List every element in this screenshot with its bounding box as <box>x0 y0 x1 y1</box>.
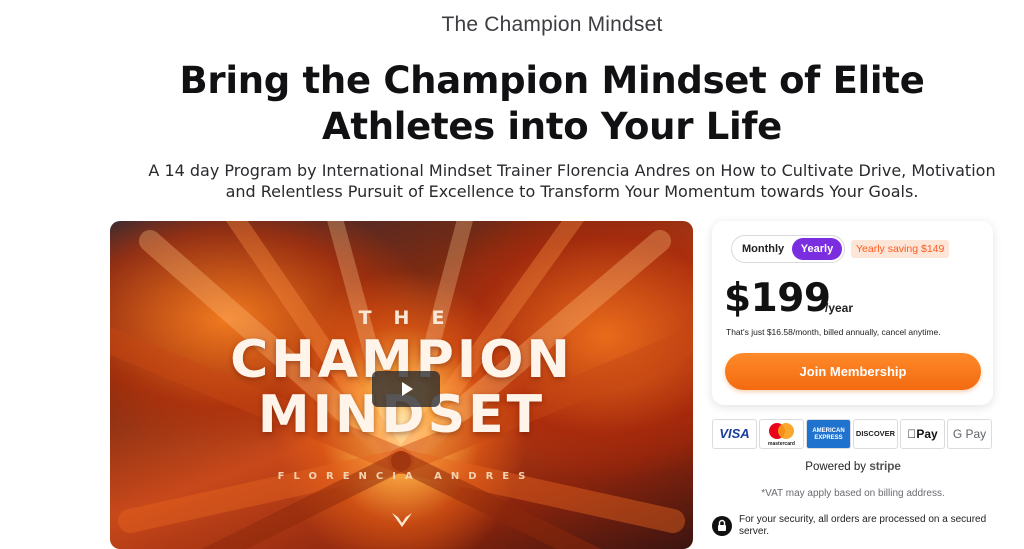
play-button[interactable] <box>372 371 440 407</box>
mastercard-icon: mastercard <box>759 419 804 449</box>
billing-note: That's just $16.58/month, billed annuall… <box>726 327 941 337</box>
billing-toggle[interactable]: Monthly Yearly <box>731 235 845 263</box>
apple-logo-icon:  <box>907 427 916 441</box>
visa-icon: VISA <box>712 419 757 449</box>
mastercard-label: mastercard <box>768 441 795 447</box>
price-period: /year <box>825 301 854 315</box>
headline: Bring the Champion Mindset of Elite Athl… <box>80 58 1024 150</box>
price: $199 <box>724 276 831 321</box>
subhead-line-1: A 14 day Program by International Mindse… <box>148 161 996 180</box>
vat-note: *VAT may apply based on billing address. <box>761 488 945 499</box>
video-title-the: THE <box>358 307 467 329</box>
amex-icon: AMERICAN EXPRESS <box>806 419 851 449</box>
video-author: FLORENCIA ANDRES <box>277 471 535 482</box>
lock-icon <box>712 516 732 536</box>
toggle-monthly[interactable]: Monthly <box>742 236 784 262</box>
video-player[interactable]: THE CHAMPION MINDSET FLORENCIA ANDRES <box>110 221 693 549</box>
pricing-card: Monthly Yearly Yearly saving $149 $199 /… <box>712 221 993 405</box>
powered-by-stripe: Powered by stripe <box>712 459 994 473</box>
payment-methods: VISA mastercard AMERICAN EXPRESS DISCOVE… <box>712 419 994 449</box>
headline-line-2: Athletes into Your Life <box>322 105 782 148</box>
mindvalley-logo-icon <box>392 513 412 527</box>
google-pay-icon: G Pay <box>947 419 992 449</box>
join-membership-button[interactable]: Join Membership <box>725 353 981 390</box>
apple-pay-label: Pay <box>911 427 937 441</box>
saving-badge: Yearly saving $149 <box>851 240 950 258</box>
apple-pay-icon: Pay <box>900 419 945 449</box>
play-icon <box>402 382 413 396</box>
powered-by-label: Powered by <box>805 461 867 473</box>
security-note: For your security, all orders are proces… <box>739 514 987 537</box>
stripe-logo: stripe <box>869 459 901 473</box>
headline-line-1: Bring the Champion Mindset of Elite <box>179 59 925 102</box>
discover-icon: DISCOVER <box>853 419 898 449</box>
subheadline: A 14 day Program by International Mindse… <box>100 160 1024 202</box>
brand-title: The Champion Mindset <box>441 13 663 36</box>
toggle-yearly[interactable]: Yearly <box>792 238 842 260</box>
subhead-line-2: and Relentless Pursuit of Excellence to … <box>225 182 919 201</box>
